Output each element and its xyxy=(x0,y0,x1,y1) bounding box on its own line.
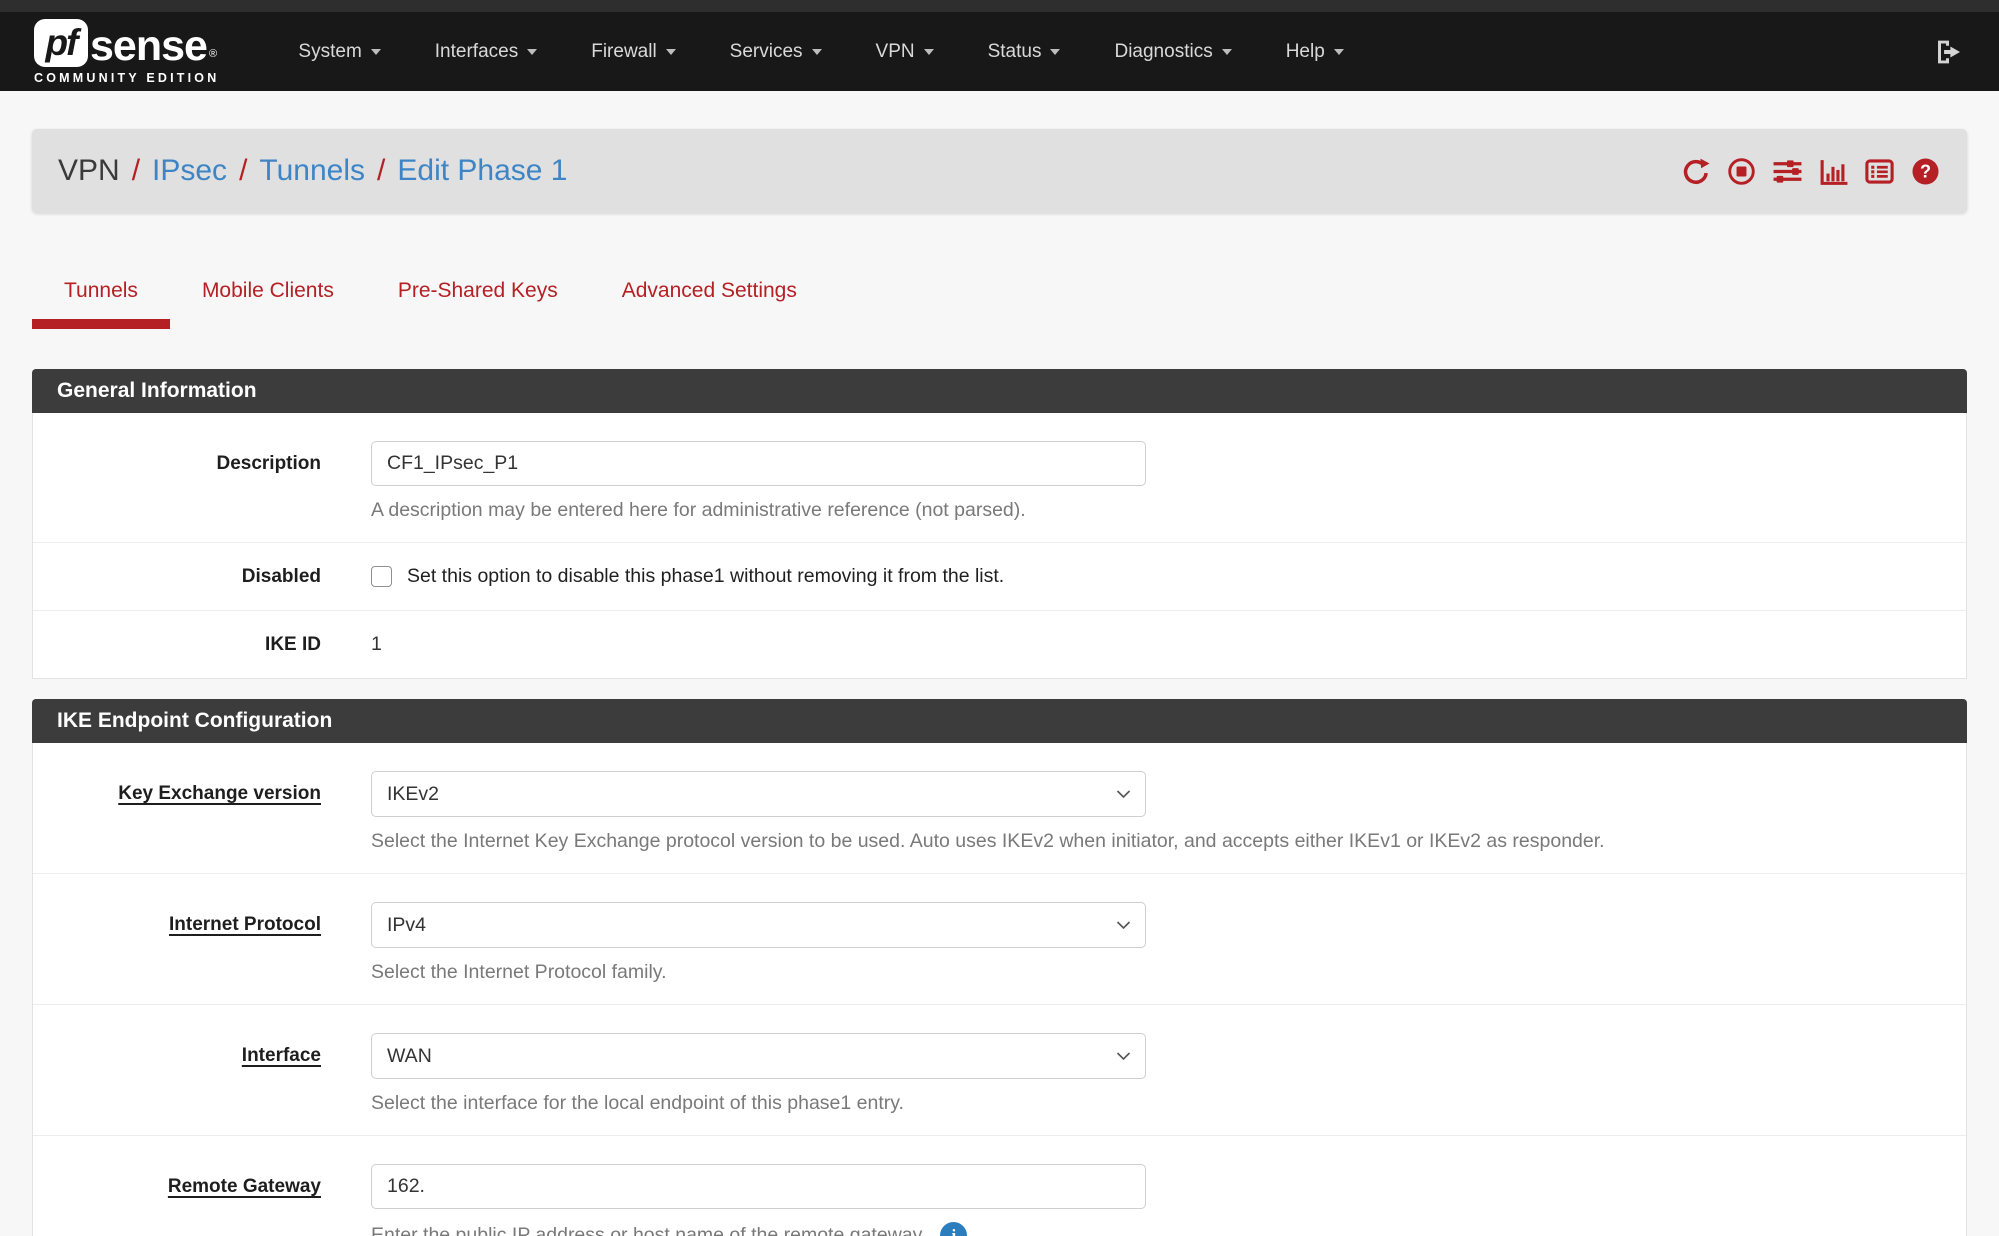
chevron-down-icon xyxy=(812,49,822,55)
stop-icon[interactable] xyxy=(1726,156,1757,187)
nav-item-vpn[interactable]: VPN xyxy=(849,12,961,91)
pfsense-logo-row: pf sense ® xyxy=(34,19,219,67)
disabled-checkbox-line: Set this option to disable this phase1 w… xyxy=(371,565,1966,588)
sense-logo-text: sense xyxy=(90,26,207,67)
nav-item-interfaces[interactable]: Interfaces xyxy=(408,12,564,91)
tab-mobile-clients[interactable]: Mobile Clients xyxy=(170,263,366,329)
ike-id-row: IKE ID 1 xyxy=(33,610,1966,678)
key-exchange-version-help: Select the Internet Key Exchange protoco… xyxy=(371,830,1966,853)
tab-pre-shared-keys[interactable]: Pre-Shared Keys xyxy=(366,263,590,329)
tab-advanced-settings[interactable]: Advanced Settings xyxy=(590,263,829,329)
remote-gateway-help: Enter the public IP address or host name… xyxy=(371,1222,1966,1236)
main-navbar: pf sense ® COMMUNITY EDITION System Inte… xyxy=(0,12,1999,91)
disabled-checkbox[interactable] xyxy=(371,566,392,587)
ike-endpoint-panel: IKE Endpoint Configuration Key Exchange … xyxy=(32,699,1967,1236)
general-information-header: General Information xyxy=(32,369,1967,413)
nav-item-system[interactable]: System xyxy=(271,12,407,91)
nav-item-firewall-label: Firewall xyxy=(591,41,656,63)
key-exchange-version-select[interactable]: IKEv2 xyxy=(371,771,1146,817)
description-input[interactable] xyxy=(371,441,1146,486)
remote-gateway-help-text: Enter the public IP address or host name… xyxy=(371,1224,926,1236)
remote-gateway-label: Remote Gateway xyxy=(33,1164,321,1236)
chevron-down-icon xyxy=(924,49,934,55)
list-icon[interactable] xyxy=(1864,156,1895,187)
interface-select[interactable]: WAN xyxy=(371,1033,1146,1079)
disabled-label: Disabled xyxy=(33,566,321,588)
breadcrumb: VPN / IPsec / Tunnels / Edit Phase 1 xyxy=(32,129,1967,213)
sliders-icon[interactable] xyxy=(1772,156,1803,187)
nav-item-vpn-label: VPN xyxy=(876,41,915,63)
top-strip xyxy=(0,0,1999,12)
pf-logo-box: pf xyxy=(34,19,88,67)
registered-mark: ® xyxy=(209,42,217,66)
internet-protocol-label: Internet Protocol xyxy=(33,902,321,984)
nav-item-system-label: System xyxy=(298,41,361,63)
interface-row: Interface WAN Select the interface for t… xyxy=(33,1004,1966,1135)
internet-protocol-row: Internet Protocol IPv4 Select the Intern… xyxy=(33,873,1966,1004)
help-icon[interactable]: ? xyxy=(1910,156,1941,187)
nav-item-diagnostics[interactable]: Diagnostics xyxy=(1087,12,1258,91)
ike-endpoint-body: Key Exchange version IKEv2 Select the In… xyxy=(32,743,1967,1236)
internet-protocol-select[interactable]: IPv4 xyxy=(371,902,1146,948)
refresh-icon[interactable] xyxy=(1680,156,1711,187)
nav-item-services-label: Services xyxy=(730,41,803,63)
nav-item-status[interactable]: Status xyxy=(961,12,1088,91)
ike-id-label: IKE ID xyxy=(33,634,321,656)
sign-out-icon[interactable] xyxy=(1933,36,1965,68)
chevron-down-icon xyxy=(1334,49,1344,55)
tab-tunnels[interactable]: Tunnels xyxy=(32,263,170,329)
chevron-down-icon xyxy=(1222,49,1232,55)
community-edition-tagline: COMMUNITY EDITION xyxy=(34,71,219,85)
pfsense-logo[interactable]: pf sense ® COMMUNITY EDITION xyxy=(34,19,219,85)
nav-item-help[interactable]: Help xyxy=(1259,12,1371,91)
key-exchange-version-label: Key Exchange version xyxy=(33,771,321,853)
nav-item-diagnostics-label: Diagnostics xyxy=(1114,41,1212,63)
pf-logo-text: pf xyxy=(46,22,77,64)
breadcrumb-separator: / xyxy=(132,154,140,188)
nav-item-firewall[interactable]: Firewall xyxy=(564,12,702,91)
nav-item-help-label: Help xyxy=(1286,41,1325,63)
breadcrumb-separator: / xyxy=(239,154,247,188)
chevron-down-icon xyxy=(527,49,537,55)
interface-label: Interface xyxy=(33,1033,321,1115)
description-help: A description may be entered here for ad… xyxy=(371,499,1966,522)
remote-gateway-row: Remote Gateway Enter the public IP addre… xyxy=(33,1135,1966,1236)
disabled-row: Disabled Set this option to disable this… xyxy=(33,542,1966,610)
general-information-panel: General Information Description A descri… xyxy=(32,369,1967,679)
nav-item-status-label: Status xyxy=(988,41,1042,63)
breadcrumb-root: VPN xyxy=(58,154,120,188)
disabled-checkbox-label: Set this option to disable this phase1 w… xyxy=(407,565,1004,588)
breadcrumb-link-tunnels[interactable]: Tunnels xyxy=(259,154,365,188)
nav-item-services[interactable]: Services xyxy=(703,12,849,91)
tab-bar: Tunnels Mobile Clients Pre-Shared Keys A… xyxy=(32,263,1967,329)
chart-bar-icon[interactable] xyxy=(1818,156,1849,187)
breadcrumb-separator: / xyxy=(377,154,385,188)
breadcrumb-link-edit-phase1[interactable]: Edit Phase 1 xyxy=(397,154,567,188)
breadcrumb-actions: ? xyxy=(1680,156,1941,187)
remote-gateway-input[interactable] xyxy=(371,1164,1146,1209)
nav-menu: System Interfaces Firewall Services VPN … xyxy=(271,12,1370,91)
description-label: Description xyxy=(33,441,321,522)
interface-help: Select the interface for the local endpo… xyxy=(371,1092,1966,1115)
ike-id-value: 1 xyxy=(371,633,1966,656)
ike-endpoint-header: IKE Endpoint Configuration xyxy=(32,699,1967,743)
svg-text:?: ? xyxy=(1920,161,1931,181)
info-icon[interactable]: i xyxy=(940,1222,967,1236)
breadcrumb-link-ipsec[interactable]: IPsec xyxy=(152,154,227,188)
internet-protocol-help: Select the Internet Protocol family. xyxy=(371,961,1966,984)
chevron-down-icon xyxy=(371,49,381,55)
chevron-down-icon xyxy=(666,49,676,55)
nav-item-interfaces-label: Interfaces xyxy=(435,41,518,63)
key-exchange-version-row: Key Exchange version IKEv2 Select the In… xyxy=(33,743,1966,873)
description-row: Description A description may be entered… xyxy=(33,413,1966,542)
general-information-body: Description A description may be entered… xyxy=(32,413,1967,679)
chevron-down-icon xyxy=(1050,49,1060,55)
